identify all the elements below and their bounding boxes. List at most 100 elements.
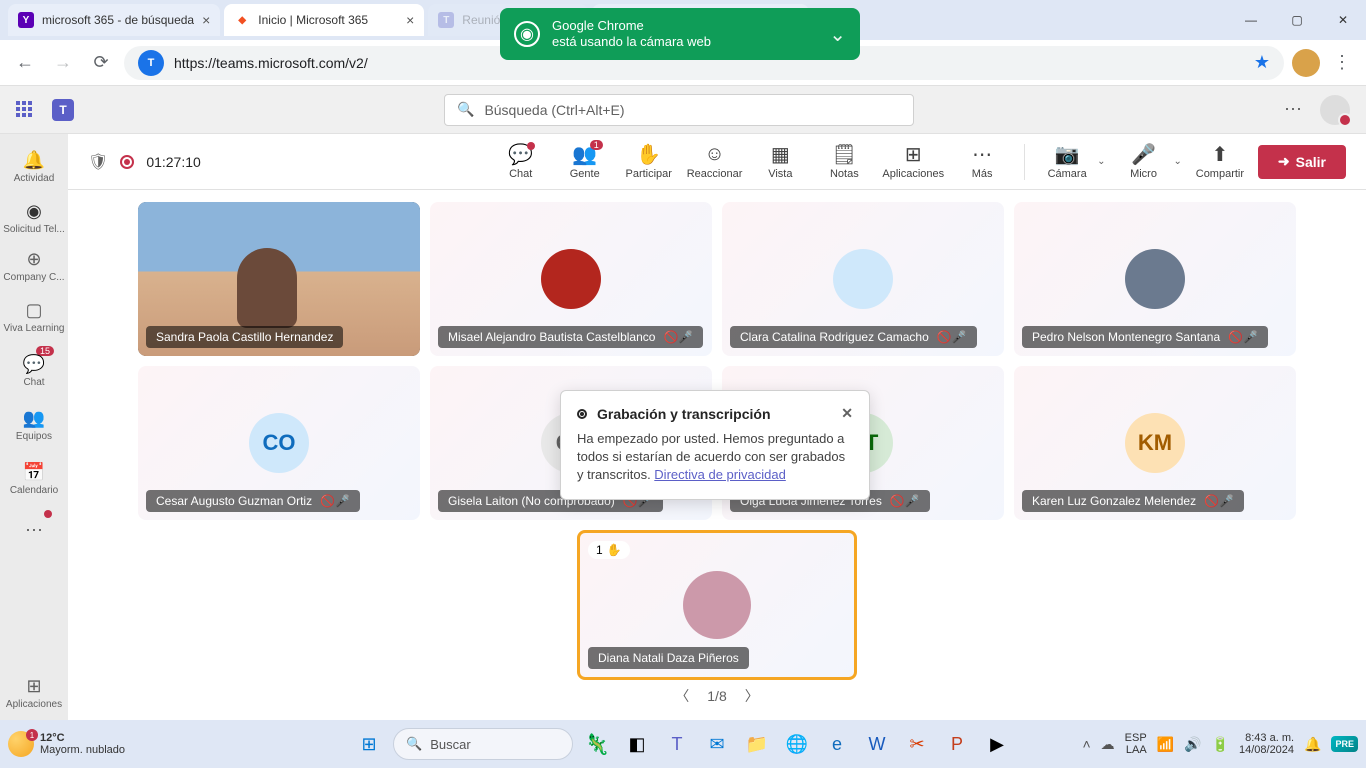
- participant-tile[interactable]: Misael Alejandro Bautista Castelblanco🚫🎤: [430, 202, 712, 356]
- rail-more[interactable]: ⋯: [0, 506, 68, 554]
- notifications-icon[interactable]: 🔔: [1304, 736, 1321, 753]
- tab-1[interactable]: ◆ Inicio | Microsoft 365 ×: [224, 4, 424, 36]
- more-icon: ⋯: [25, 520, 43, 541]
- taskbar-tray: ˄ ☁ ESPLAA 📶 🔊 🔋 8:43 a. m.14/08/2024 🔔 …: [1082, 732, 1358, 756]
- more-icon[interactable]: ⋯: [1284, 99, 1302, 120]
- mic-muted-icon: 🚫🎤: [890, 494, 920, 508]
- tab-label: Inicio | Microsoft 365: [258, 13, 398, 27]
- participant-tile[interactable]: Clara Catalina Rodriguez Camacho🚫🎤: [722, 202, 1004, 356]
- next-page-button[interactable]: 〉: [745, 686, 759, 706]
- shield-icon[interactable]: 🛡: [88, 152, 108, 172]
- battery-icon[interactable]: 🔋: [1212, 736, 1229, 753]
- close-icon[interactable]: ×: [406, 12, 414, 28]
- teams-logo-icon[interactable]: T: [52, 99, 74, 121]
- reload-button[interactable]: ⟳: [86, 48, 116, 78]
- participant-name-bar: Diana Natali Daza Piñeros: [588, 647, 749, 669]
- close-icon[interactable]: ×: [202, 12, 210, 28]
- forward-button[interactable]: →: [48, 48, 78, 78]
- search-icon: 🔍: [457, 101, 474, 118]
- user-avatar[interactable]: [1320, 95, 1350, 125]
- search-input[interactable]: 🔍 Búsqueda (Ctrl+Alt+E): [444, 94, 914, 126]
- weather-widget[interactable]: 1 12°C Mayorm. nublado: [8, 731, 125, 757]
- banner-subtitle: está usando la cámara web: [552, 34, 817, 50]
- participant-tile[interactable]: Pedro Nelson Montenegro Santana🚫🎤: [1014, 202, 1296, 356]
- participant-tile[interactable]: CO Cesar Augusto Guzman Ortiz🚫🎤: [138, 366, 420, 520]
- taskbar-search[interactable]: 🔍Buscar: [393, 728, 573, 760]
- camera-toggle[interactable]: 📷Cámara: [1041, 144, 1093, 180]
- participant-tile[interactable]: KM Karen Luz Gonzalez Melendez🚫🎤: [1014, 366, 1296, 520]
- app-launcher-icon[interactable]: [16, 101, 34, 119]
- record-icon: [577, 409, 587, 419]
- clock[interactable]: 8:43 a. m.14/08/2024: [1239, 732, 1294, 756]
- powerpoint-icon[interactable]: P: [941, 728, 973, 760]
- chevron-down-icon[interactable]: ⌄: [1174, 156, 1182, 167]
- url-text: https://teams.microsoft.com/v2/: [174, 55, 368, 71]
- explorer-icon[interactable]: 📁: [741, 728, 773, 760]
- participant-tile[interactable]: Sandra Paola Castillo Hernandez: [138, 202, 420, 356]
- chrome-icon[interactable]: 🌐: [781, 728, 813, 760]
- toolbar-aplicaciones[interactable]: ⊞Aplicaciones: [882, 144, 944, 180]
- toolbar-notas[interactable]: 🗒Notas: [818, 144, 870, 180]
- banner-title: Google Chrome: [552, 18, 817, 34]
- avatar: [683, 571, 751, 639]
- toolbar-gente[interactable]: 1👥Gente: [559, 144, 611, 180]
- volume-icon[interactable]: 🔊: [1184, 736, 1201, 753]
- teams-taskbar-icon[interactable]: T: [661, 728, 693, 760]
- taskbar-app-icon[interactable]: 🦎: [581, 728, 613, 760]
- profile-avatar[interactable]: [1292, 49, 1320, 77]
- hand-icon: ✋: [607, 543, 622, 557]
- rail-calendario[interactable]: 📅Calendario: [0, 452, 68, 506]
- chevron-up-icon[interactable]: ˄: [1082, 736, 1090, 752]
- site-identity-icon[interactable]: T: [138, 50, 164, 76]
- tab-0[interactable]: Y microsoft 365 - de búsqueda ×: [8, 4, 220, 36]
- pager: 〈 1/8 〉: [138, 680, 1296, 712]
- language-indicator[interactable]: ESPLAA: [1125, 732, 1147, 756]
- onedrive-icon[interactable]: ☁: [1101, 736, 1115, 753]
- snip-icon[interactable]: ✂: [901, 728, 933, 760]
- toolbar-reaccionar[interactable]: ☺Reaccionar: [687, 144, 743, 180]
- participant-tile-highlight[interactable]: 1✋ Diana Natali Daza Piñeros: [577, 530, 857, 680]
- view-icon: ▦: [771, 144, 790, 166]
- separator: [1024, 144, 1025, 180]
- rail-solicitud[interactable]: ◉Solicitud Tel...: [0, 194, 68, 242]
- prev-page-button[interactable]: 〈: [675, 686, 689, 706]
- leave-button[interactable]: ➜Salir: [1258, 145, 1346, 179]
- task-view-icon[interactable]: ◧: [621, 728, 653, 760]
- rail-company[interactable]: ⊕Company C...: [0, 242, 68, 290]
- maximize-button[interactable]: ▢: [1274, 0, 1320, 40]
- word-icon[interactable]: W: [861, 728, 893, 760]
- mic-toggle[interactable]: 🎤Micro: [1118, 144, 1170, 180]
- chrome-menu-icon[interactable]: ⋮: [1328, 52, 1356, 73]
- camera-usage-banner: ◉ Google Chrome está usando la cámara we…: [500, 8, 860, 60]
- tab-label: microsoft 365 - de búsqueda: [42, 13, 194, 27]
- media-icon[interactable]: ▶: [981, 728, 1013, 760]
- rail-viva[interactable]: ▢Viva Learning: [0, 290, 68, 344]
- participant-name-bar: Sandra Paola Castillo Hernandez: [146, 326, 343, 348]
- wifi-icon[interactable]: 📶: [1157, 736, 1174, 753]
- edge-icon[interactable]: e: [821, 728, 853, 760]
- toolbar-chat[interactable]: 💬Chat: [495, 144, 547, 180]
- toolbar-participar[interactable]: ✋Participar: [623, 144, 675, 180]
- chevron-down-icon[interactable]: ⌄: [829, 22, 846, 47]
- participant-name-bar: Cesar Augusto Guzman Ortiz🚫🎤: [146, 490, 360, 512]
- bell-icon: 🔔: [23, 150, 45, 171]
- close-icon[interactable]: ✕: [841, 405, 853, 422]
- toolbar-mas[interactable]: ⋯Más: [956, 144, 1008, 180]
- rail-equipos[interactable]: 👥Equipos: [0, 398, 68, 452]
- popup-body: Ha empezado por usted. Hemos preguntado …: [577, 430, 853, 485]
- bookmark-star-icon[interactable]: ★: [1254, 52, 1270, 73]
- privacy-link[interactable]: Directiva de privacidad: [654, 467, 786, 482]
- mail-icon[interactable]: ✉: [701, 728, 733, 760]
- start-button[interactable]: ⊞: [353, 728, 385, 760]
- share-button[interactable]: ⬆Compartir: [1194, 144, 1246, 180]
- rail-aplicaciones[interactable]: ⊞Aplicaciones: [0, 666, 68, 720]
- minimize-button[interactable]: —: [1228, 0, 1274, 40]
- close-window-button[interactable]: ✕: [1320, 0, 1366, 40]
- page-indicator: 1/8: [707, 688, 726, 704]
- notes-icon: 🗒: [832, 144, 857, 166]
- rail-chat[interactable]: 15💬Chat: [0, 344, 68, 398]
- toolbar-vista[interactable]: ▦Vista: [754, 144, 806, 180]
- chevron-down-icon[interactable]: ⌄: [1097, 156, 1105, 167]
- back-button[interactable]: ←: [10, 48, 40, 78]
- rail-actividad[interactable]: 🔔Actividad: [0, 140, 68, 194]
